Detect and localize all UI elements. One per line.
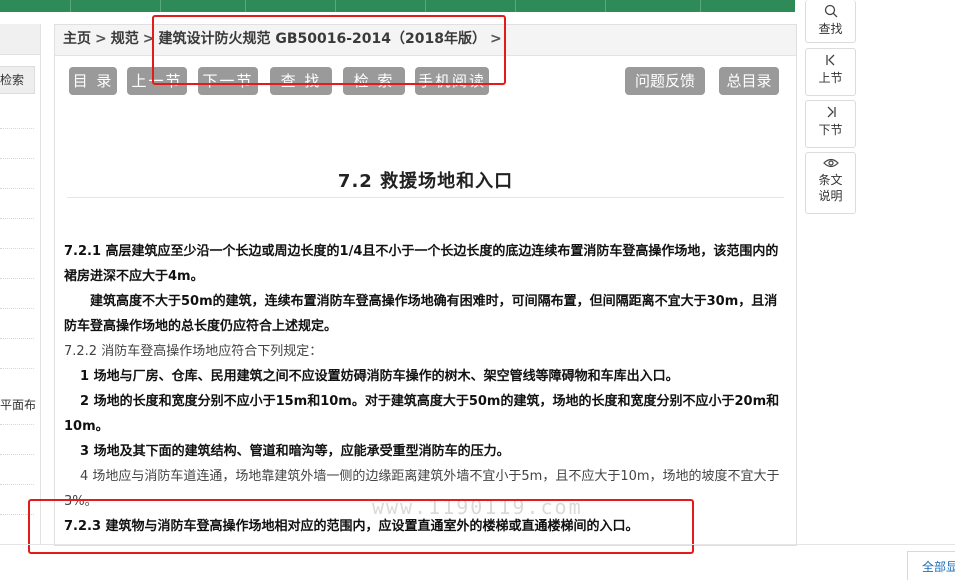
breadcrumb-spec[interactable]: 规范: [111, 25, 139, 53]
right-prev-tool[interactable]: 上节: [805, 48, 856, 96]
nav-separator: [605, 0, 606, 12]
right-find-label: 查找: [818, 22, 843, 36]
left-sidebar: 检索 平面布: [0, 24, 41, 544]
show-all-button[interactable]: 全部显: [907, 551, 955, 580]
sidebar-divider: [0, 128, 34, 129]
all-catalog-button[interactable]: 总目录: [719, 67, 779, 95]
sidebar-divider: [0, 368, 34, 369]
nav-separator: [245, 0, 246, 12]
breadcrumb-separator: >: [95, 31, 107, 47]
right-prev-label: 上节: [818, 71, 843, 85]
prev-icon: [806, 53, 855, 70]
clause-7-2-1-note: 建筑高度不大于50m的建筑，连续布置消防车登高操作场地确有困难时，可间隔布置，但…: [64, 294, 778, 334]
feedback-button[interactable]: 问题反馈: [625, 67, 705, 95]
right-explain-label-2: 说明: [818, 189, 843, 203]
sidebar-divider: [0, 308, 34, 309]
title-divider: [67, 197, 784, 198]
annotation-box-title: [152, 15, 506, 85]
right-explain-label-1: 条文: [818, 173, 843, 187]
clause-7-2-1: 7.2.1 高层建筑应至少沿一个长边或周边长度的1/4且不小于一个长边长度的底边…: [64, 244, 779, 284]
sidebar-divider: [0, 454, 34, 455]
sidebar-divider: [0, 248, 34, 249]
search-icon: [806, 4, 855, 21]
clause-7-2-2-item-2: 2 场地的长度和宽度分别不应小于15m和10m。对于建筑高度大于50m的建筑，场…: [64, 394, 780, 434]
right-explain-tool[interactable]: 条文 说明: [805, 152, 856, 214]
sidebar-divider: [0, 484, 34, 485]
right-find-tool[interactable]: 查找: [805, 0, 856, 43]
clause-7-2-2: 7.2.2 消防车登高操作场地应符合下列规定：: [64, 344, 323, 359]
breadcrumb-home[interactable]: 主页: [63, 25, 91, 53]
section-title: 7.2 救援场地和入口: [337, 171, 514, 192]
catalog-button[interactable]: 目 录: [69, 67, 117, 95]
nav-separator: [700, 0, 701, 12]
top-nav-bar: [0, 0, 795, 12]
clause-7-2-2-item-1: 1 场地与厂房、仓库、民用建筑之间不应设置妨碍消防车操作的树木、架空管线等障碍物…: [80, 369, 679, 384]
sidebar-divider: [0, 158, 34, 159]
sidebar-divider: [0, 218, 34, 219]
sidebar-header: [0, 24, 40, 55]
sidebar-item-partial[interactable]: 平面布: [0, 396, 36, 413]
article-body: 7.2.1 高层建筑应至少沿一个长边或周边长度的1/4且不小于一个长边长度的底边…: [64, 239, 788, 539]
sidebar-divider: [0, 278, 34, 279]
sidebar-divider: [0, 338, 34, 339]
sidebar-divider: [0, 188, 34, 189]
sidebar-divider: [0, 424, 34, 425]
nav-separator: [160, 0, 161, 12]
eye-icon: [806, 157, 855, 172]
right-next-tool[interactable]: 下节: [805, 100, 856, 148]
annotation-box-clause: [28, 499, 694, 554]
right-next-label: 下节: [818, 123, 843, 137]
nav-separator: [70, 0, 71, 12]
main-content-panel: 主页 > 规范 > 建筑设计防火规范 GB50016-2014（2018年版） > 目 录…: [54, 24, 797, 546]
nav-separator: [335, 0, 336, 12]
nav-separator: [425, 0, 426, 12]
sidebar-search-button[interactable]: 检索: [0, 66, 35, 94]
next-icon: [806, 105, 855, 122]
clause-7-2-2-item-3: 3 场地及其下面的建筑结构、管道和暗沟等，应能承受重型消防车的压力。: [80, 444, 510, 459]
nav-separator: [515, 0, 516, 12]
bottom-divider: [0, 544, 955, 545]
